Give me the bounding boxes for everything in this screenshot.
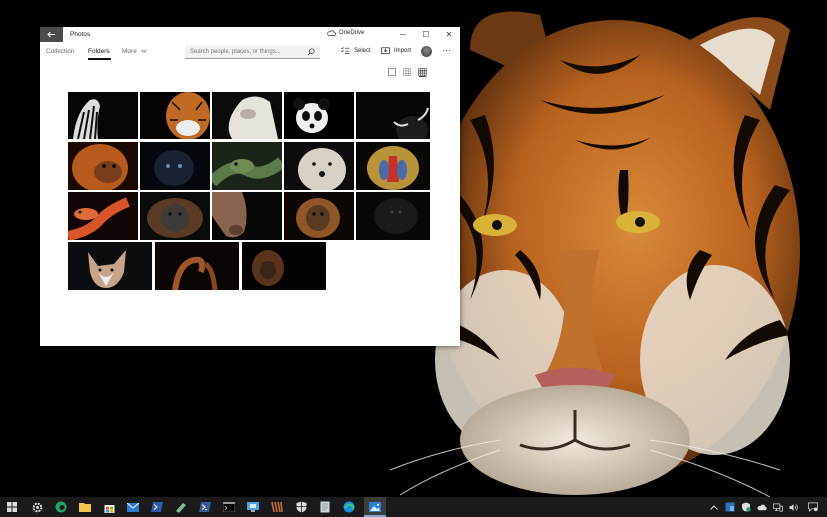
search-input[interactable]: Search people, places, or things... (185, 45, 320, 59)
chevron-down-icon (140, 49, 147, 53)
back-button[interactable] (40, 27, 63, 42)
settings-icon[interactable] (30, 500, 44, 514)
photo-fox[interactable] (68, 242, 152, 290)
tab-more-label: More (122, 48, 137, 55)
photo-orangutan-2[interactable] (140, 192, 210, 240)
onedrive-icon[interactable] (757, 502, 767, 512)
photo-orangutan[interactable] (68, 142, 138, 190)
photo-orangutan-4[interactable] (242, 242, 326, 290)
volume-icon[interactable] (789, 502, 799, 512)
chevron-up-icon[interactable] (709, 502, 719, 512)
more-options-button[interactable]: ··· (442, 45, 451, 55)
select-label: Select (354, 47, 371, 54)
winrar-icon[interactable] (270, 500, 284, 514)
photo-corn-snake[interactable] (68, 192, 138, 240)
select-button[interactable]: Select (341, 47, 371, 54)
photo-green-snake[interactable] (212, 142, 282, 190)
notification-icon[interactable] (808, 502, 818, 512)
minimize-button[interactable]: ─ (393, 27, 413, 42)
photo-gorilla[interactable] (356, 192, 430, 240)
edge-dev-icon[interactable] (54, 500, 68, 514)
photo-black-panther[interactable] (140, 142, 210, 190)
single-view-icon[interactable] (387, 67, 397, 77)
maximize-button[interactable]: ☐ (416, 27, 436, 42)
import-label: Import (394, 47, 412, 54)
cloud-icon (327, 30, 336, 36)
onedrive-label: OneDrive (339, 30, 365, 36)
photo-white-horse[interactable] (212, 92, 282, 139)
photo-orangutan-3[interactable] (284, 192, 354, 240)
photo-mandrill[interactable] (356, 142, 430, 190)
security-icon[interactable] (741, 502, 751, 512)
remote-desktop-icon[interactable] (246, 500, 260, 514)
tab-folders[interactable]: Folders (88, 48, 110, 55)
import-button[interactable]: Import (381, 47, 411, 54)
photo-horse[interactable] (212, 192, 282, 240)
photo-zebra[interactable] (68, 92, 138, 139)
avatar[interactable] (421, 46, 432, 57)
photos-window: Photos OneDrive ─ ☐ ✕ Collection Folders… (40, 27, 460, 346)
terminal-icon[interactable] (198, 500, 212, 514)
defender-icon[interactable] (294, 500, 308, 514)
cmd-icon[interactable] (222, 500, 236, 514)
photo-monkey-hands[interactable] (155, 242, 239, 290)
notepad-icon[interactable] (318, 500, 332, 514)
photo-polar-bear[interactable] (284, 142, 354, 190)
store-icon[interactable] (102, 500, 116, 514)
photo-panda[interactable] (284, 92, 354, 139)
close-button[interactable]: ✕ (439, 27, 459, 42)
file-explorer-icon[interactable] (78, 500, 92, 514)
taskbar (0, 497, 827, 517)
whiteboard-icon[interactable] (174, 500, 188, 514)
tab-more[interactable]: More (122, 48, 147, 55)
search-icon (307, 48, 315, 55)
search-placeholder: Search people, places, or things... (190, 48, 281, 55)
start-icon[interactable] (5, 500, 19, 514)
tray-app-icon[interactable] (725, 502, 735, 512)
import-icon (381, 47, 390, 54)
tab-collection[interactable]: Collection (46, 48, 75, 55)
app-title: Photos (70, 31, 91, 38)
edge-icon[interactable] (342, 500, 356, 514)
arrow-left-icon (47, 31, 55, 38)
photos-icon[interactable] (368, 500, 382, 514)
photo-bull[interactable] (356, 92, 430, 139)
active-tab-indicator (88, 58, 111, 60)
onedrive-status[interactable]: OneDrive (327, 30, 364, 36)
dense-grid-icon[interactable] (417, 67, 427, 77)
photo-tiger[interactable] (140, 92, 210, 139)
select-list-icon (341, 47, 350, 54)
mail-icon[interactable] (126, 500, 140, 514)
medium-grid-icon[interactable] (402, 67, 412, 77)
network-icon[interactable] (773, 502, 783, 512)
powershell-icon[interactable] (150, 500, 164, 514)
